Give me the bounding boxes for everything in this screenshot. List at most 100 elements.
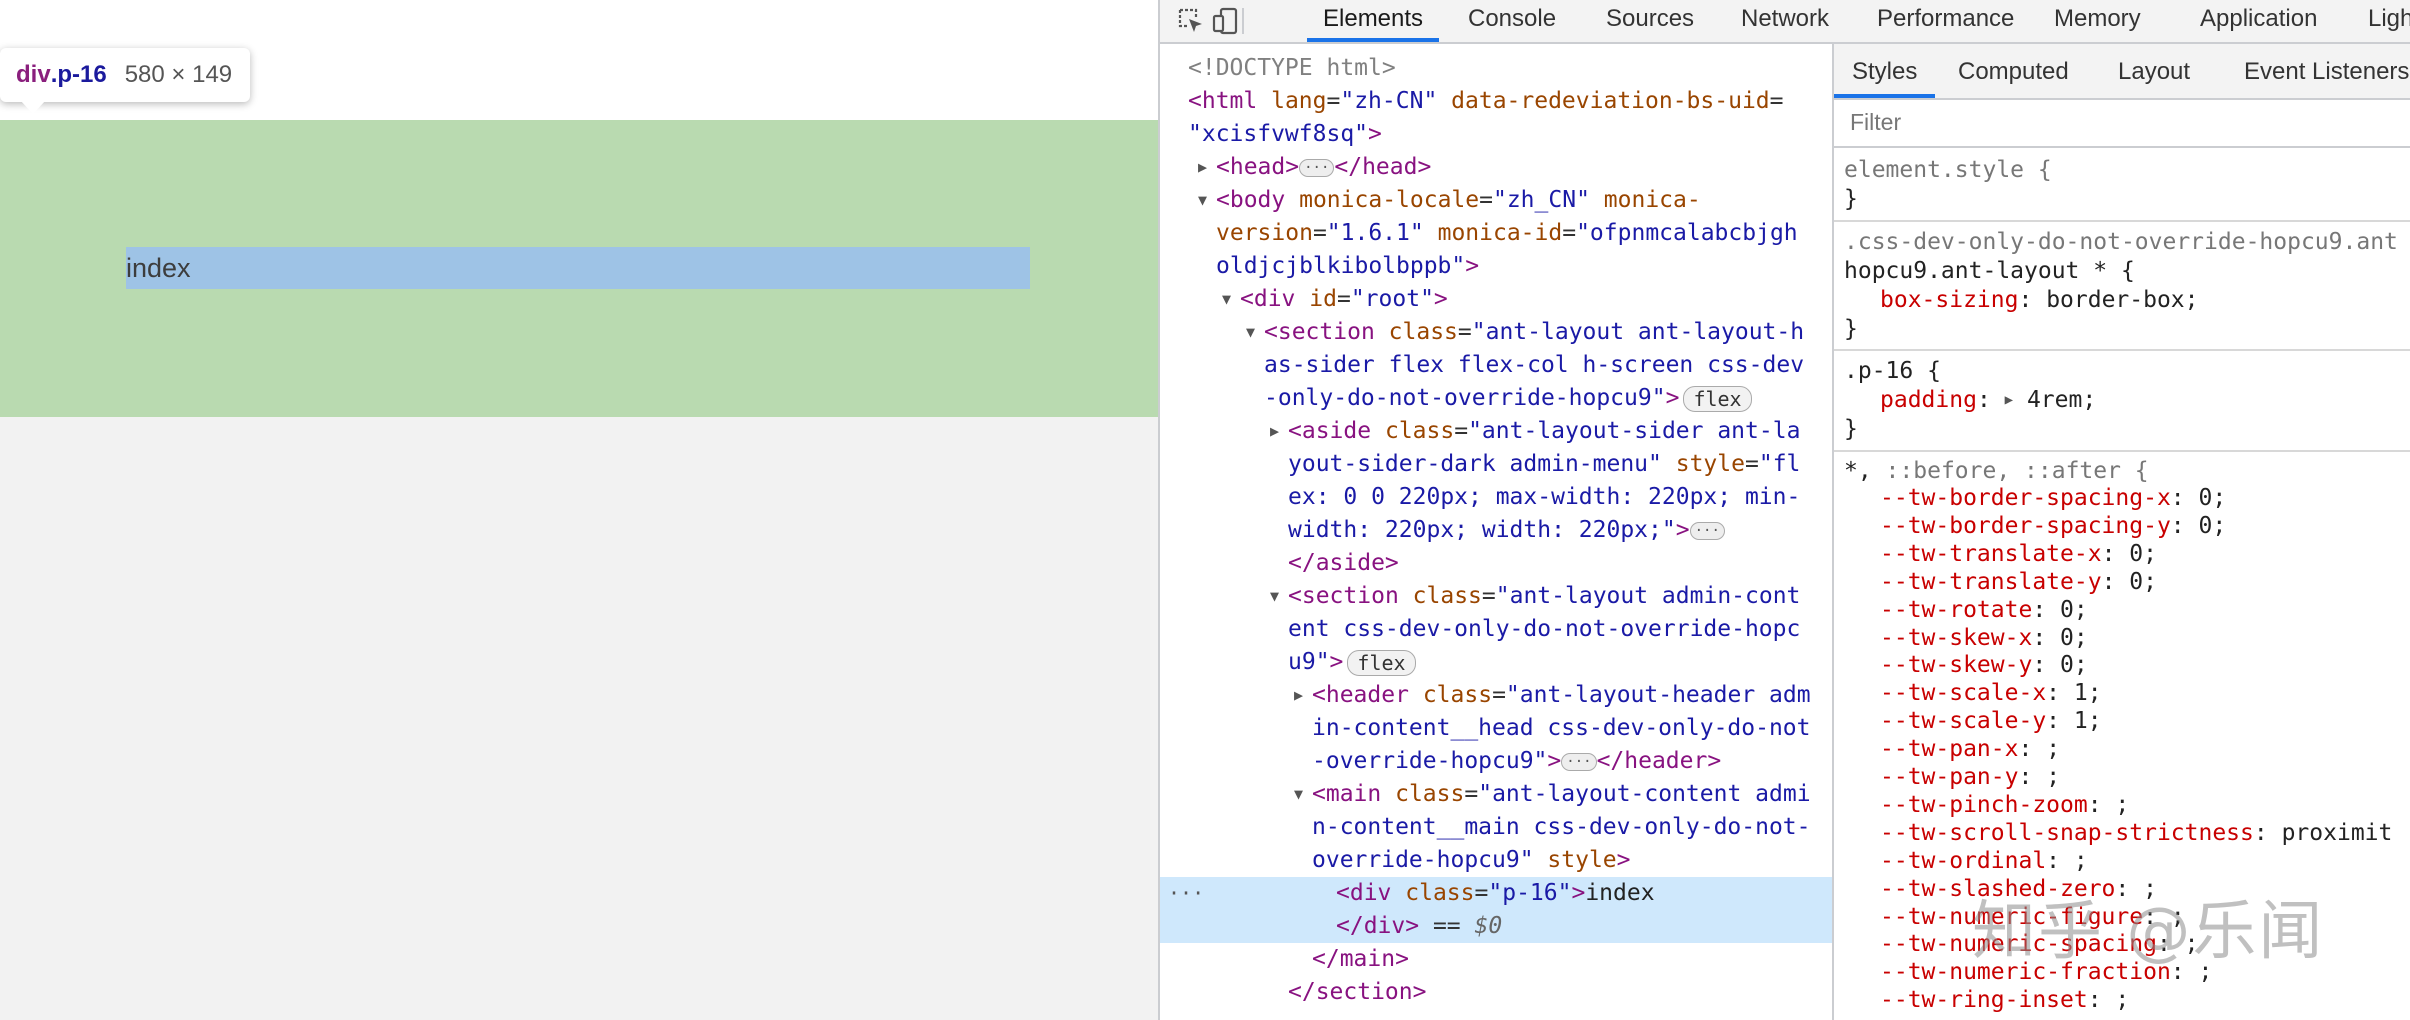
dom-line-main-close[interactable]: </main> xyxy=(1160,943,1832,976)
styles-sidebar: Styles Computed Layout Event Listeners e… xyxy=(1834,44,2410,1020)
page-content-text[interactable]: index xyxy=(126,251,191,285)
decl-property-name: --tw-translate-x xyxy=(1880,540,2102,567)
decl-property-name: --tw-border-spacing-x xyxy=(1880,485,2171,511)
decl-tw-property[interactable]: --tw-translate-x: 0; xyxy=(1834,540,2410,568)
dom-line-header-cont-1[interactable]: in-content__head css-dev-only-do-not xyxy=(1160,712,1832,745)
decl-tw-property[interactable]: --tw-scroll-snap-strictness: proximit xyxy=(1834,819,2410,847)
dom-line-doctype[interactable]: <!DOCTYPE html> xyxy=(1160,52,1832,85)
dom-node-section-content[interactable]: ▼ <section class="ant-layout admin-cont xyxy=(1160,580,1832,613)
tab-network[interactable]: Network xyxy=(1741,0,1829,42)
tab-application[interactable]: Application xyxy=(2200,0,2317,42)
decl-property-name: --tw-ordinal xyxy=(1880,847,2047,874)
expand-triangle-icon[interactable]: ▶ xyxy=(1294,679,1303,712)
decl-tw-property[interactable]: --tw-rotate: 0; xyxy=(1834,596,2410,624)
dom-line-section-close[interactable]: </section> xyxy=(1160,976,1832,1009)
dom-line-section2-cont-2[interactable]: u9"> flex xyxy=(1160,646,1832,679)
dom-node-body[interactable]: ▼ <body monica-locale="zh_CN" monica- xyxy=(1160,184,1832,217)
content-highlight xyxy=(126,247,1030,289)
expand-shorthand-icon[interactable]: ▶ xyxy=(2005,386,2013,415)
dom-line-aside-close[interactable]: </aside> xyxy=(1160,547,1832,580)
decl-property-name: --tw-border-spacing-y xyxy=(1880,512,2171,539)
device-toolbar-icon[interactable] xyxy=(1210,6,1240,36)
expand-triangle-icon[interactable]: ▶ xyxy=(1270,415,1279,448)
styles-filter-input[interactable] xyxy=(1848,108,2392,137)
dom-line-section-cont-1[interactable]: as-sider flex flex-col h-screen css-dev xyxy=(1160,349,1832,382)
decl-property-value: 0; xyxy=(2046,624,2088,651)
expand-triangle-icon[interactable]: ▶ xyxy=(1198,151,1207,184)
inspect-element-icon[interactable] xyxy=(1176,6,1206,36)
decl-box-sizing[interactable]: box-sizing: border-box; xyxy=(1834,286,2410,315)
dom-line-section-cont-2[interactable]: -only-do-not-override-hopcu9"> flex xyxy=(1160,382,1832,415)
dom-node-header[interactable]: ▶ <header class="ant-layout-header adm xyxy=(1160,679,1832,712)
ellipsis-icon[interactable]: ··· xyxy=(1299,158,1335,177)
dom-line-header-cont-2[interactable]: -override-hopcu9"> ··· </header> xyxy=(1160,745,1832,778)
dom-line-aside-cont-1[interactable]: yout-sider-dark admin-menu" style="fl xyxy=(1160,448,1832,481)
dom-line-main-cont-1[interactable]: n-content__main css-dev-only-do-not- xyxy=(1160,811,1832,844)
decl-tw-property[interactable]: --tw-scale-x: 1; xyxy=(1834,679,2410,707)
dom-node-html[interactable]: <html lang="zh-CN" data-redeviation-bs-u… xyxy=(1160,85,1832,118)
tab-memory[interactable]: Memory xyxy=(2054,0,2141,42)
flex-badge[interactable]: flex xyxy=(1347,649,1416,676)
tab-console[interactable]: Console xyxy=(1468,0,1556,42)
collapse-triangle-icon[interactable]: ▼ xyxy=(1246,316,1255,349)
dom-node-selected-div[interactable]: ··· <div class="p-16">index xyxy=(1160,877,1832,910)
styles-filter xyxy=(1834,100,2410,148)
decl-tw-property[interactable]: --tw-translate-y: 0; xyxy=(1834,568,2410,596)
decl-property-value: 0; xyxy=(2115,540,2157,567)
more-options-icon[interactable]: ··· xyxy=(1168,877,1204,910)
decl-tw-property[interactable]: --tw-pinch-zoom: ; xyxy=(1834,791,2410,819)
decl-property-name: --tw-scale-y xyxy=(1880,708,2047,735)
decl-property-value: ; xyxy=(2101,987,2130,1014)
dom-node-section[interactable]: ▼ <section class="ant-layout ant-layout-h xyxy=(1160,316,1832,349)
rule-antlayout-selector-cont[interactable]: hopcu9.ant-layout * { xyxy=(1834,257,2410,286)
decl-tw-property[interactable]: --tw-pan-y: ; xyxy=(1834,763,2410,791)
dom-line-selected-close[interactable]: </div> == $0 xyxy=(1160,910,1832,943)
collapse-triangle-icon[interactable]: ▼ xyxy=(1294,778,1303,811)
collapse-triangle-icon[interactable]: ▼ xyxy=(1270,580,1279,613)
decl-property-name: --tw-pan-y xyxy=(1880,764,2019,790)
dom-line-section2-cont-1[interactable]: ent css-dev-only-do-not-override-hopc xyxy=(1160,613,1832,646)
decl-tw-property[interactable]: --tw-skew-y: 0; xyxy=(1834,651,2410,679)
decl-tw-property[interactable]: --tw-scale-y: 1; xyxy=(1834,707,2410,735)
tab-styles[interactable]: Styles xyxy=(1834,44,1936,98)
decl-tw-property[interactable]: --tw-ordinal: ; xyxy=(1834,847,2410,875)
dom-line-aside-cont-3[interactable]: width: 220px; width: 220px;"> ··· xyxy=(1160,514,1832,547)
rule-universal-selector[interactable]: *, ::before, ::after { xyxy=(1834,457,2410,486)
decl-padding[interactable]: padding: ▶ 4rem; xyxy=(1834,386,2410,415)
dom-line-aside-cont-2[interactable]: ex: 0 0 220px; max-width: 220px; min- xyxy=(1160,481,1832,514)
collapse-triangle-icon[interactable]: ▼ xyxy=(1198,184,1207,217)
decl-tw-property[interactable]: --tw-ring-inset: ; xyxy=(1834,986,2410,1014)
rule-separator xyxy=(1834,220,2410,222)
decl-tw-property[interactable]: --tw-skew-x: 0; xyxy=(1834,624,2410,652)
rule-separator xyxy=(1834,450,2410,452)
rule-element-style[interactable]: element.style { xyxy=(1834,156,2410,185)
dom-node-head[interactable]: ▶ <head> ··· </head> xyxy=(1160,151,1832,184)
rule-antlayout-selector[interactable]: .css-dev-only-do-not-override-hopcu9.ant xyxy=(1834,228,2410,257)
tab-event-listeners[interactable]: Event Listeners xyxy=(2244,44,2409,98)
dom-line-body-cont-2[interactable]: oldjcjblkibolbppb"> xyxy=(1160,250,1832,283)
tab-elements[interactable]: Elements xyxy=(1306,0,1440,42)
flex-badge[interactable]: flex xyxy=(1683,385,1752,412)
decl-tw-property[interactable]: --tw-border-spacing-y: 0; xyxy=(1834,512,2410,540)
ellipsis-icon[interactable]: ··· xyxy=(1689,521,1725,540)
ellipsis-icon[interactable]: ··· xyxy=(1561,752,1597,771)
dom-node-aside[interactable]: ▶ <aside class="ant-layout-sider ant-la xyxy=(1160,415,1832,448)
tab-sources[interactable]: Sources xyxy=(1606,0,1694,42)
decl-property-value: 0; xyxy=(2046,596,2088,623)
collapse-triangle-icon[interactable]: ▼ xyxy=(1222,283,1231,316)
rule-close: } xyxy=(1844,316,1858,342)
tab-lighthouse[interactable]: Ligh xyxy=(2368,0,2410,42)
decl-tw-property[interactable]: --tw-border-spacing-x: 0; xyxy=(1834,484,2410,512)
tab-performance[interactable]: Performance xyxy=(1877,0,2014,42)
decl-property-name: --tw-pan-x xyxy=(1880,736,2019,763)
dom-line-main-cont-2[interactable]: override-hopcu9" style> xyxy=(1160,844,1832,877)
tab-layout[interactable]: Layout xyxy=(2118,44,2190,98)
tab-computed[interactable]: Computed xyxy=(1958,44,2069,98)
decl-tw-property[interactable]: --tw-pan-x: ; xyxy=(1834,735,2410,763)
page-preview: index div .p-16 580 × 149 xyxy=(0,0,1158,1020)
dom-node-main[interactable]: ▼ <main class="ant-layout-content admi xyxy=(1160,778,1832,811)
dom-line-body-cont-1[interactable]: version="1.6.1" monica-id="ofpnmcalabcbj… xyxy=(1160,217,1832,250)
dom-line-html-cont[interactable]: "xcisfvwf8sq"> xyxy=(1160,118,1832,151)
rule-p16-selector[interactable]: .p-16 { xyxy=(1834,357,2410,386)
dom-node-root[interactable]: ▼ <div id="root"> xyxy=(1160,283,1832,316)
